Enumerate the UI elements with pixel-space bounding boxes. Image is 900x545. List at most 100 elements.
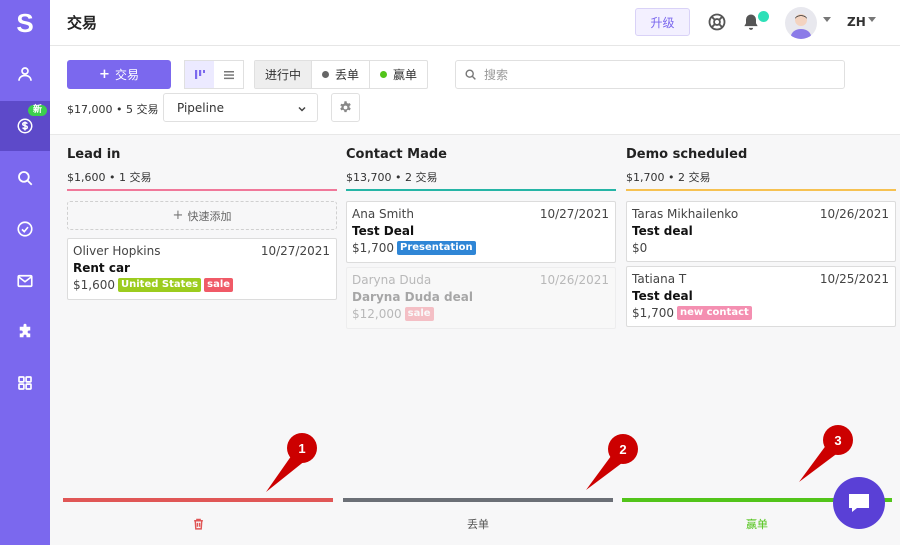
status-filter-group: 进行中 丢单 赢单 (254, 60, 429, 89)
language-switcher[interactable]: ZH (847, 15, 866, 29)
filter-label: 进行中 (265, 68, 302, 82)
card-title: Test Deal (352, 224, 415, 238)
card-amount: $12,000 (352, 307, 402, 321)
notification-dot (758, 11, 769, 22)
won-dot (380, 71, 388, 78)
annotation-marker-1: 1 (266, 433, 317, 492)
card-date: 10/27/2021 (260, 244, 330, 258)
list-icon (223, 70, 234, 79)
card-bottom: $0 (632, 241, 647, 255)
sidebar-item-deals[interactable]: 新 (0, 101, 50, 151)
pipeline-select[interactable]: Pipeline (163, 93, 318, 122)
chat-bubble-icon (849, 494, 869, 512)
card-date: 10/27/2021 (539, 207, 609, 221)
help-lifebuoy-icon[interactable] (707, 12, 727, 32)
sidebar-item-tasks[interactable] (0, 204, 50, 254)
upgrade-button[interactable]: 升级 (635, 8, 690, 36)
pipeline-settings-button[interactable] (331, 93, 360, 122)
column-title: Lead in (67, 147, 121, 162)
column-summary: $1,700 • 2 交易 (626, 171, 711, 184)
dollar-icon (17, 118, 33, 134)
mail-icon (17, 274, 33, 288)
check-circle-icon (17, 221, 33, 237)
language-chevron-down-icon[interactable] (868, 17, 876, 22)
user-icon (18, 67, 32, 81)
filter-label: 赢单 (393, 68, 418, 82)
kanban-view-button[interactable] (185, 61, 214, 88)
deal-card-dragging[interactable]: Daryna Duda 10/26/2021 Daryna Duda deal … (346, 267, 616, 329)
avatar-chevron-down-icon[interactable] (823, 17, 831, 22)
drop-zone-delete[interactable] (63, 498, 333, 545)
drop-zone-bar (343, 498, 613, 502)
card-amount: $0 (632, 241, 648, 255)
chat-widget-button[interactable] (833, 477, 885, 529)
plus-icon: + (99, 67, 110, 82)
card-title: Test deal (632, 289, 693, 303)
search-icon (18, 171, 33, 186)
card-date: 10/26/2021 (819, 207, 889, 221)
column-title: Contact Made (346, 147, 447, 162)
search-input[interactable] (484, 67, 824, 82)
sidebar-item-search[interactable] (0, 153, 50, 203)
drop-zone-bar (63, 498, 333, 502)
sidebar-item-contacts[interactable] (0, 49, 50, 99)
column-color-line (626, 189, 896, 191)
annotation-marker-3: 3 (799, 425, 853, 482)
card-bottom: $1,600 United States sale (73, 278, 234, 292)
marker-number: 2 (619, 442, 626, 457)
avatar[interactable] (785, 7, 817, 39)
card-contact: Taras Mikhailenko (632, 207, 739, 221)
card-bottom: $1,700 new contact (632, 306, 752, 320)
chevron-down-icon (298, 106, 306, 112)
quick-add-label: 快速添加 (187, 209, 232, 223)
card-amount: $1,700 (352, 241, 394, 255)
add-deal-button[interactable]: + 交易 (67, 60, 171, 89)
filter-label: 丢单 (335, 68, 360, 82)
app-logo[interactable]: S (0, 0, 50, 46)
search-box (455, 60, 845, 89)
card-contact: Tatiana T (632, 272, 687, 286)
drop-zones: 丢单 赢单 (63, 498, 893, 545)
card-contact: Oliver Hopkins (73, 244, 161, 258)
column-summary: $13,700 • 2 交易 (346, 171, 438, 184)
quick-add-button[interactable]: + 快速添加 (67, 201, 337, 230)
deal-card[interactable]: Ana Smith 10/27/2021 Test Deal $1,700 Pr… (346, 201, 616, 263)
card-date: 10/25/2021 (819, 272, 889, 286)
card-title: Rent car (73, 261, 130, 275)
add-deal-label: 交易 (114, 68, 139, 82)
filter-won[interactable]: 赢单 (370, 61, 427, 88)
deal-card[interactable]: Oliver Hopkins 10/27/2021 Rent car $1,60… (67, 238, 337, 300)
gear-icon (340, 101, 351, 113)
list-view-button[interactable] (214, 61, 243, 88)
filter-in-progress[interactable]: 进行中 (255, 61, 313, 88)
card-title: Test deal (632, 224, 693, 238)
marker-number: 1 (298, 441, 305, 456)
filter-lost[interactable]: 丢单 (312, 61, 371, 88)
top-bar: 交易 升级 ZH (50, 0, 900, 46)
sidebar-item-mail[interactable] (0, 256, 50, 306)
tag: sale (404, 307, 434, 321)
column-color-line (67, 189, 337, 191)
column-title: Demo scheduled (626, 147, 748, 162)
deal-card[interactable]: Taras Mikhailenko 10/26/2021 Test deal $… (626, 201, 896, 262)
trash-icon (193, 518, 203, 530)
apps-grid-icon (18, 376, 32, 390)
drop-zone-label: 丢单 (467, 517, 489, 531)
plus-icon: + (172, 208, 184, 223)
annotation-marker-2: 2 (586, 434, 638, 490)
pipeline-select-value: Pipeline (177, 100, 224, 115)
column-summary: $1,600 • 1 交易 (67, 171, 152, 184)
card-bottom: $1,700 Presentation (352, 241, 476, 255)
sidebar-item-integrations[interactable] (0, 307, 50, 357)
lost-dot (322, 71, 330, 78)
card-date: 10/26/2021 (539, 273, 609, 287)
kanban-icon (194, 69, 205, 79)
drop-zone-lost[interactable]: 丢单 (343, 498, 613, 545)
kanban-board: Lead in $1,600 • 1 交易 + 快速添加 Oliver Hopk… (50, 134, 900, 545)
search-icon (465, 69, 476, 80)
sidebar-item-apps[interactable] (0, 358, 50, 408)
column-color-line (346, 189, 616, 191)
tag: sale (204, 278, 234, 292)
deals-summary: $17,000 • 5 交易 (67, 103, 159, 116)
deal-card[interactable]: Tatiana T 10/25/2021 Test deal $1,700 ne… (626, 266, 896, 327)
